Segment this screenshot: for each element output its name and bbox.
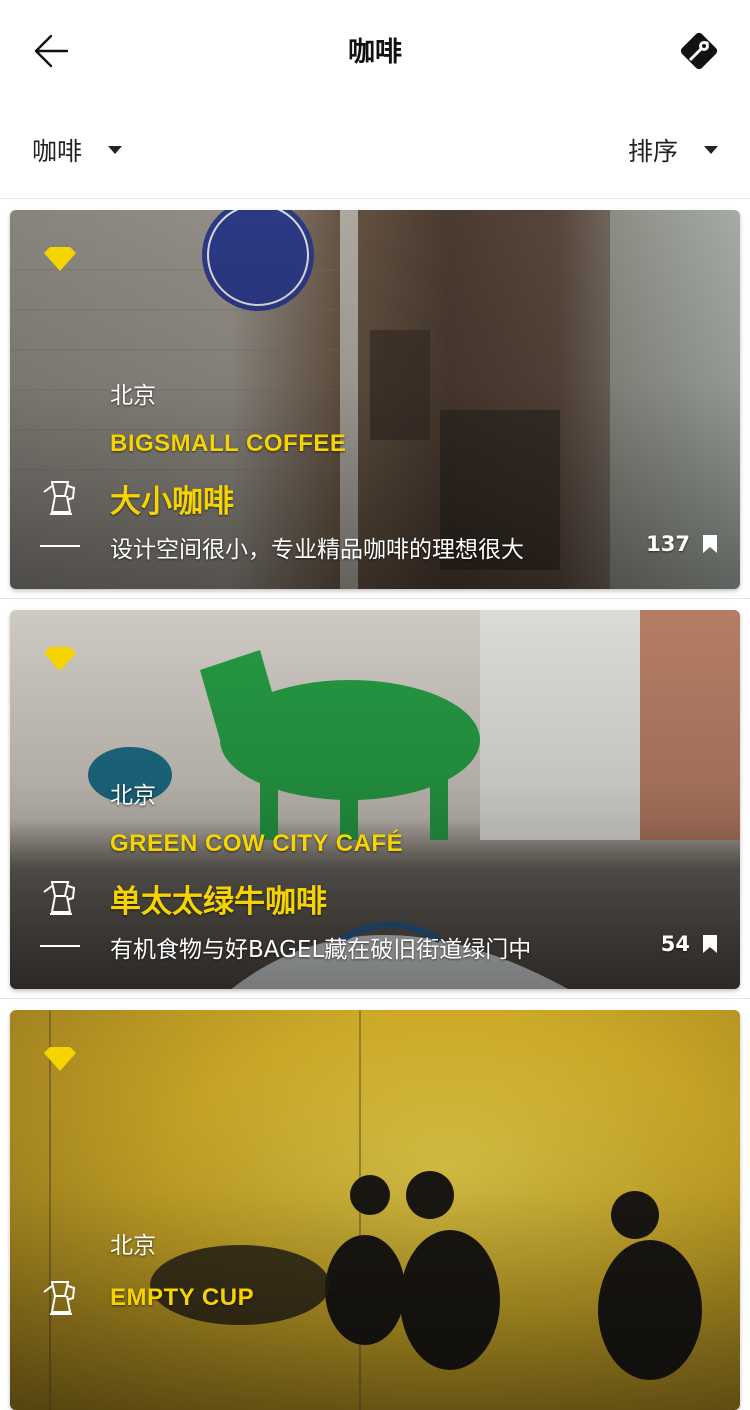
- bookmark-count-value: 137: [646, 532, 690, 556]
- venue-description: 有机食物与好BAGEL藏在破旧街道绿门中: [110, 937, 532, 963]
- bookmark-icon: [703, 935, 717, 953]
- bookmark-count-value: 54: [660, 932, 690, 956]
- venue-city: 北京: [110, 783, 156, 809]
- filter-bar: 咖啡 排序: [0, 100, 750, 199]
- venue-name-en: GREEN COW CITY CAFÉ: [110, 830, 404, 857]
- caret-down-icon: [704, 146, 718, 154]
- page-title: 咖啡: [348, 37, 402, 68]
- bookmark-count[interactable]: 137: [646, 532, 718, 556]
- category-filter[interactable]: 咖啡: [32, 132, 123, 168]
- venue-name-en: BIGSMALL COFFEE: [110, 430, 347, 457]
- top-bar: 咖啡: [0, 0, 750, 100]
- list-item: 北京 GREEN COW CITY CAFÉ 单太太绿牛咖啡 有机食物与好BAG…: [0, 599, 750, 999]
- caret-down-icon: [108, 146, 123, 154]
- divider: [40, 945, 80, 947]
- venue-name-cn: 大小咖啡: [110, 484, 234, 520]
- divider: [40, 545, 80, 547]
- bookmark-count[interactable]: 54: [661, 932, 718, 956]
- map-pin-icon: [680, 32, 718, 70]
- bookmark-icon: [703, 535, 717, 553]
- diamond-icon: [44, 247, 76, 271]
- coffee-pot-icon: [43, 881, 76, 915]
- venue-city: 北京: [110, 1233, 156, 1259]
- list-item: 北京 BIGSMALL COFFEE 大小咖啡 设计空间很小，专业精品咖啡的理想…: [0, 199, 750, 599]
- map-button[interactable]: [672, 26, 726, 76]
- diamond-icon: [44, 1047, 76, 1071]
- category-filter-label: 咖啡: [32, 137, 83, 166]
- venue-card[interactable]: 北京 BIGSMALL COFFEE 大小咖啡 设计空间很小，专业精品咖啡的理想…: [10, 210, 740, 589]
- venue-card[interactable]: 北京 EMPTY CUP: [10, 1010, 740, 1410]
- venue-name-cn: 单太太绿牛咖啡: [110, 884, 327, 920]
- venue-card[interactable]: 北京 GREEN COW CITY CAFÉ 单太太绿牛咖啡 有机食物与好BAG…: [10, 610, 740, 989]
- sort-filter-label: 排序: [627, 137, 678, 166]
- list-item: 北京 EMPTY CUP: [0, 999, 750, 1410]
- venue-name-en: EMPTY CUP: [110, 1284, 255, 1311]
- sort-filter[interactable]: 排序: [628, 132, 718, 168]
- venue-list: 北京 BIGSMALL COFFEE 大小咖啡 设计空间很小，专业精品咖啡的理想…: [0, 199, 750, 1410]
- venue-description: 设计空间很小，专业精品咖啡的理想很大: [110, 537, 524, 563]
- photo-overlay: [10, 1010, 740, 1410]
- venue-city: 北京: [110, 383, 156, 409]
- coffee-pot-icon: [43, 1281, 76, 1315]
- diamond-icon: [44, 647, 76, 671]
- coffee-pot-icon: [43, 481, 76, 515]
